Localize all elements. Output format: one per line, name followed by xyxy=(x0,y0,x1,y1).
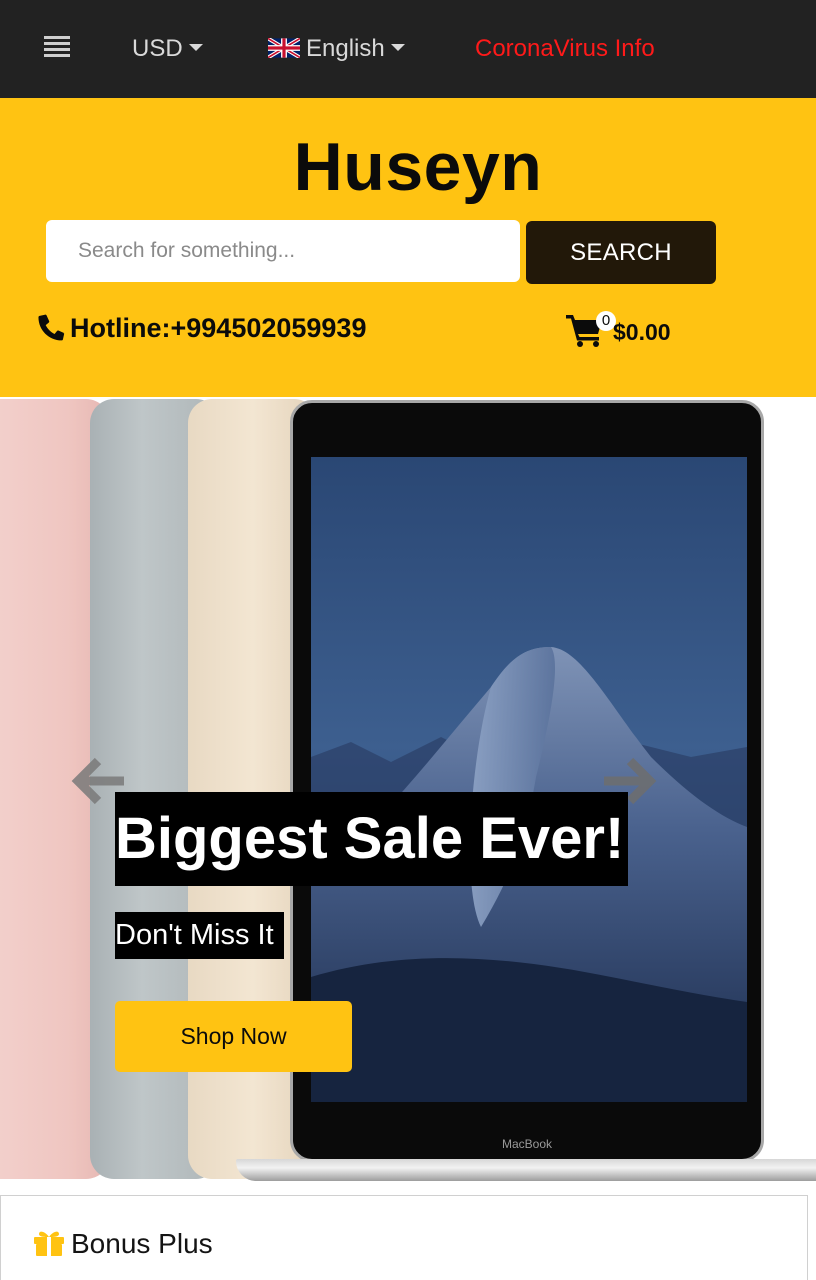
hero-title: Biggest Sale Ever! xyxy=(115,792,629,886)
bonus-title: Bonus Plus xyxy=(71,1228,213,1259)
hamburger-menu-icon[interactable] xyxy=(44,36,70,60)
phone-icon xyxy=(38,314,65,341)
brand-logo[interactable]: Huseyn xyxy=(0,128,816,206)
macbook-image: MacBook xyxy=(290,400,764,1162)
coronavirus-info-link[interactable]: CoronaVirus Info xyxy=(475,30,655,68)
hotline-number[interactable]: +994502059939 xyxy=(171,313,367,343)
search-input[interactable] xyxy=(46,220,520,282)
shop-now-button[interactable]: Shop Now xyxy=(115,1001,352,1072)
uk-flag-icon xyxy=(268,37,300,58)
hotline: Hotline:+994502059939 xyxy=(38,310,366,346)
caret-down-icon xyxy=(188,44,203,52)
macbook-label: MacBook xyxy=(501,1137,553,1151)
caret-down-icon xyxy=(390,44,405,52)
currency-label: USD xyxy=(132,35,183,62)
language-label: English xyxy=(306,35,385,62)
laptop-base-image xyxy=(236,1159,816,1181)
cart-total: $0.00 xyxy=(613,319,671,345)
bonus-heading: Bonus Plus xyxy=(33,1228,213,1260)
hotline-label: Hotline: xyxy=(70,313,171,343)
gift-icon xyxy=(34,1231,64,1256)
currency-dropdown[interactable]: USD xyxy=(132,30,203,68)
hero-carousel: MacBook Biggest Sale Ever! Don't Miss It… xyxy=(0,397,816,1182)
laptop-screen-wallpaper xyxy=(311,457,747,1102)
search-button[interactable]: SEARCH xyxy=(526,221,716,284)
language-dropdown[interactable]: English xyxy=(268,30,405,68)
top-navbar: USD English CoronaVirus Info xyxy=(0,0,816,98)
hero-subtitle: Don't Miss It xyxy=(115,912,284,959)
site-header: Huseyn SEARCH Hotline:+994502059939 0 $0… xyxy=(0,98,816,397)
bonus-section: Bonus Plus xyxy=(0,1195,808,1280)
